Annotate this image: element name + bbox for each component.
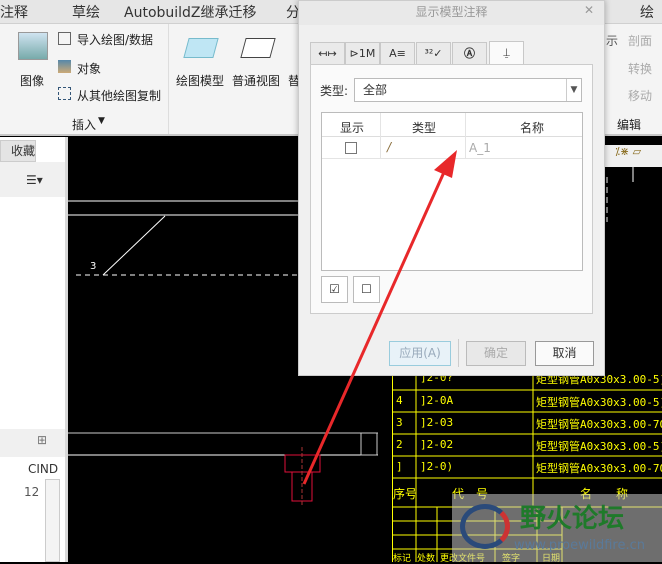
dimension-icon: ↤↦ (318, 47, 337, 60)
tab-datums[interactable]: ⍊ (489, 41, 524, 65)
watermark-url: www.proewildfire.cn (514, 538, 645, 553)
menu-annotate[interactable]: 注释 (0, 2, 28, 22)
bom-cell: 2 (396, 438, 403, 451)
menu-sketch[interactable]: 草绘 (72, 2, 100, 22)
tree-filter-icon[interactable]: ⊞ (37, 433, 47, 447)
convert-button[interactable]: 转换 (628, 60, 652, 77)
bom-cell: 3 (396, 416, 403, 429)
column-header-type[interactable]: 类型 (412, 119, 436, 136)
bom-footer: 处数 (417, 554, 436, 564)
deselect-all-button[interactable]: ☐ (353, 276, 380, 303)
move-button[interactable]: 移动 (628, 87, 652, 104)
insert-group-label[interactable]: 插入 (72, 116, 96, 133)
datum-icon: ⍊ (503, 46, 510, 59)
drawing-model-icon (183, 38, 219, 58)
close-icon[interactable]: ✕ (584, 3, 594, 17)
bom-cell: 矩型钢管A0x30x3.00-70A.) (536, 462, 662, 475)
select-all-icon: ☑ (329, 282, 340, 296)
object-button[interactable]: 对象 (77, 60, 101, 77)
note-icon: A≡ (389, 47, 406, 60)
watermark: 野火论坛 www.proewildfire.cn (452, 494, 662, 562)
image-button[interactable]: 图像 (20, 72, 44, 89)
bom-cell: 4 (396, 394, 403, 407)
show-model-annotations-dialog: 显示模型注释 ✕ ↤↦ ⊳1M A≡ ³²✓ Ⓐ ⍊ 类型: 全部 ▼ 显示 类型… (298, 0, 605, 376)
favorites-tab[interactable]: 收藏夹 (0, 140, 36, 162)
left-panel: 收藏夹 ☰▾ ⊞ CIND 12 (0, 137, 68, 562)
select-all-button[interactable]: ☑ (321, 276, 348, 303)
watermark-title: 野火论坛 (520, 504, 625, 534)
deselect-all-icon: ☐ (361, 282, 372, 296)
bom-cell: 矩型钢管A0x30x3.00-5)).2 (536, 440, 662, 453)
column-header-cind[interactable]: CIND (28, 462, 58, 476)
column-header-show[interactable]: 显示 (340, 119, 364, 136)
copy-from-drawing-button[interactable]: 从其他绘图复制 (77, 87, 161, 104)
bom-cell: ]2-0) (420, 460, 454, 473)
bom-cell: 矩型钢管A0x30x3.00-5)).2 (536, 396, 662, 409)
bom-cell: 矩型钢管A0x30x3.00-70A.) (536, 418, 662, 431)
menu-autobuildz[interactable]: AutobuildZ继承迁移 (124, 2, 257, 22)
canvas-toolbar: ⁒⋇ ▱ (605, 145, 662, 167)
tab-symbols[interactable]: Ⓐ (452, 42, 487, 65)
tab-notes[interactable]: A≡ (380, 42, 415, 65)
tab-geometric-tolerances[interactable]: ⊳1M (345, 42, 380, 65)
bom-header: 序号 (393, 487, 418, 501)
ribbon-item-show[interactable]: 示 (606, 32, 618, 49)
type-label: 类型: (320, 84, 349, 98)
general-view-button[interactable]: 普通视图 (232, 72, 280, 89)
image-icon (18, 32, 48, 60)
type-select-value: 全部 (363, 83, 388, 97)
column-header-name[interactable]: 名称 (520, 119, 544, 136)
symbol-icon: Ⓐ (464, 47, 475, 60)
tab-surface-finish[interactable]: ³²✓ (416, 42, 451, 65)
apply-button[interactable]: 应用(A) (389, 341, 451, 366)
scrollbar[interactable] (45, 479, 60, 562)
cancel-button[interactable]: 取消 (535, 341, 594, 366)
edit-group-label[interactable]: 编辑 (617, 116, 641, 133)
object-icon (58, 60, 71, 73)
bom-cell: ] (396, 460, 403, 473)
chevron-down-icon[interactable]: ▼ (566, 79, 581, 101)
ok-button[interactable]: 确定 (466, 341, 526, 366)
bom-cell: ]2-0A (420, 394, 454, 407)
show-checkbox[interactable] (345, 142, 357, 154)
type-select[interactable]: 全部 ▼ (354, 78, 582, 102)
table-cell-name[interactable]: A_1 (469, 141, 491, 155)
balloon-label: 3 (90, 261, 97, 272)
general-view-icon (240, 38, 276, 58)
section-button[interactable]: 剖面 (628, 32, 652, 49)
drawing-model-button[interactable]: 绘图模型 (176, 72, 224, 89)
tab-dimensions[interactable]: ↤↦ (310, 42, 345, 65)
bom-footer: 标记 (393, 554, 412, 564)
copy-icon (58, 87, 71, 100)
surface-finish-icon: ³²✓ (424, 47, 443, 60)
watermark-logo (460, 504, 510, 549)
dialog-title: 显示模型注释 (299, 1, 604, 25)
gtol-icon: ⊳1M (349, 47, 376, 60)
list-view-icon[interactable]: ☰▾ (26, 173, 43, 187)
bom-cell: ]2-03 (420, 416, 454, 429)
bom-cell: ]2-02 (420, 438, 454, 451)
tree-toolbar (0, 429, 65, 457)
cind-value: 12 (24, 485, 40, 499)
table-cell-type: / (387, 140, 392, 154)
annotations-table: 显示 类型 名称 / A_1 (321, 112, 583, 271)
import-icon (58, 32, 71, 45)
import-button[interactable]: 导入绘图/数据 (77, 31, 153, 48)
